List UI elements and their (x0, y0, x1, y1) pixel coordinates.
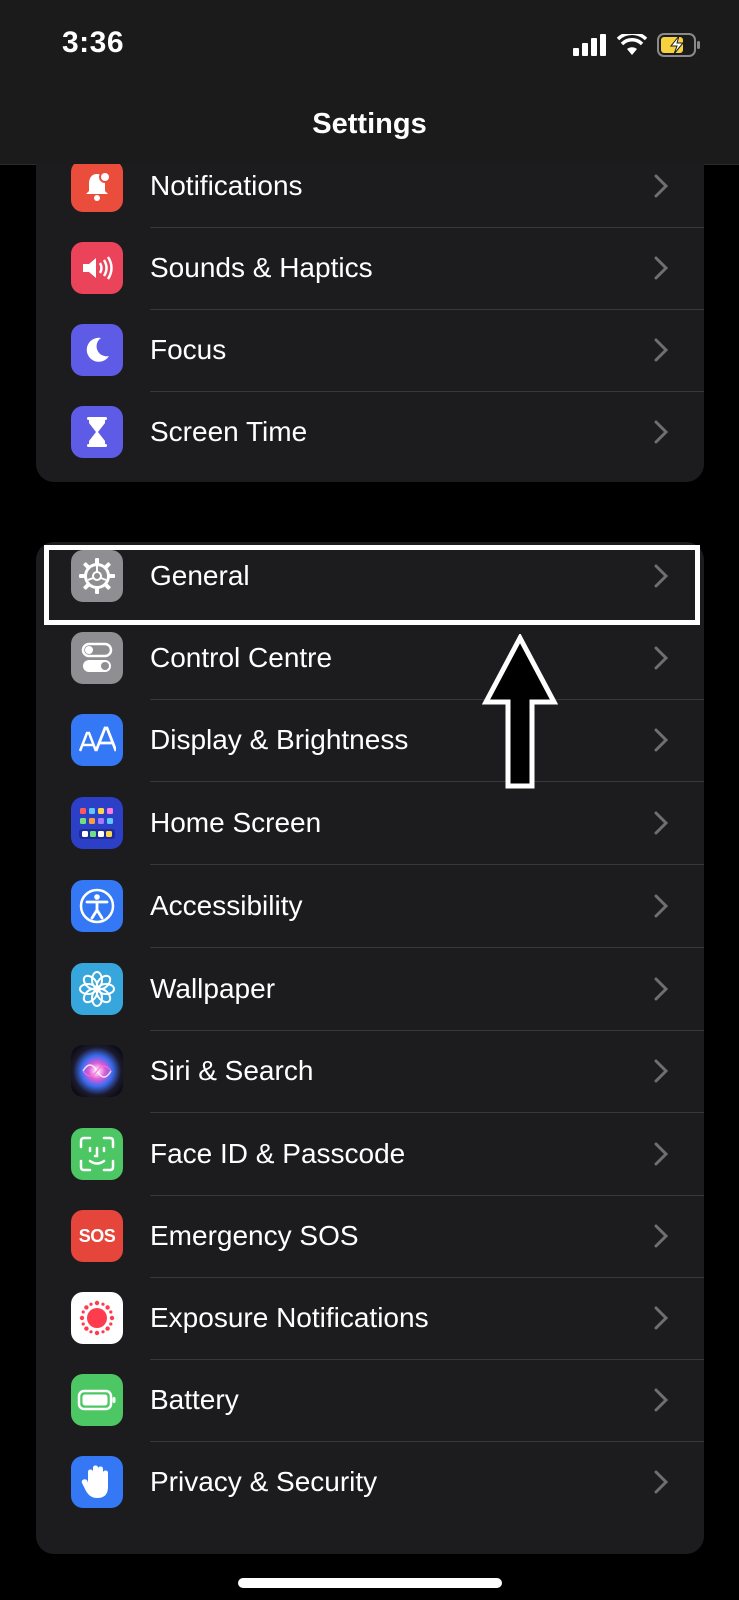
settings-row-screen-time[interactable]: Screen Time (36, 390, 704, 474)
settings-row-label: Face ID & Passcode (150, 1138, 406, 1169)
wifi-icon (617, 34, 647, 55)
chevron-right-icon (654, 338, 668, 362)
sos-badge-text: SOS (78, 1225, 116, 1246)
highlight-box (44, 545, 700, 625)
siri-icon (71, 1045, 123, 1097)
settings-row-label: Control Centre (150, 642, 333, 673)
settings-row-label: Wallpaper (150, 973, 276, 1004)
chevron-right-icon (654, 728, 668, 752)
settings-row-wallpaper[interactable]: Wallpaper (36, 947, 704, 1031)
battery-charging-icon (657, 33, 700, 57)
chevron-right-icon (654, 420, 668, 444)
chevron-right-icon (654, 1224, 668, 1248)
battery-icon (71, 1374, 123, 1426)
status-icons (573, 32, 701, 58)
moon-icon (71, 324, 123, 376)
settings-row-siri-search[interactable]: Siri & Search (36, 1029, 704, 1113)
sos-icon: SOS (71, 1210, 123, 1262)
face-id-icon (71, 1128, 123, 1180)
flower-icon (71, 963, 123, 1015)
home-grid-icon (71, 797, 123, 849)
settings-row-label: Accessibility (150, 890, 303, 921)
settings-row-label: Display & Brightness (150, 724, 409, 755)
settings-row-exposure-notifications[interactable]: Exposure Notifications (36, 1276, 704, 1360)
toggles-icon (71, 632, 123, 684)
bell-icon (71, 164, 123, 212)
chevron-right-icon (654, 894, 668, 918)
chevron-right-icon (654, 811, 668, 835)
settings-row-home-screen[interactable]: Home Screen (36, 781, 704, 865)
chevron-right-icon (654, 1470, 668, 1494)
chevron-right-icon (654, 174, 668, 198)
settings-row-label: Privacy & Security (150, 1466, 378, 1497)
chevron-right-icon (654, 646, 668, 670)
settings-row-accessibility[interactable]: Accessibility (36, 864, 704, 948)
settings-row-display-brightness[interactable]: Display & Brightness (36, 698, 704, 782)
settings-row-face-id-passcode[interactable]: Face ID & Passcode (36, 1112, 704, 1196)
chevron-right-icon (654, 1059, 668, 1083)
settings-row-label: Exposure Notifications (150, 1302, 429, 1333)
home-indicator[interactable] (238, 1578, 502, 1588)
chevron-right-icon (654, 256, 668, 280)
chevron-right-icon (654, 1306, 668, 1330)
arrow-up-icon (481, 634, 559, 789)
settings-row-label: Screen Time (150, 416, 308, 447)
status-bar: 3:36 (0, 0, 739, 92)
settings-row-privacy-security[interactable]: Privacy & Security (36, 1440, 704, 1524)
cellular-signal-icon (573, 34, 606, 56)
accessibility-icon (71, 880, 123, 932)
page-title: Settings (312, 108, 427, 140)
speaker-icon (71, 242, 123, 294)
settings-group-2: General Control Centre Display & Brightn… (36, 542, 704, 1554)
chevron-right-icon (654, 977, 668, 1001)
settings-row-focus[interactable]: Focus (36, 308, 704, 392)
settings-row-label: Emergency SOS (150, 1220, 359, 1251)
text-size-icon (71, 714, 123, 766)
settings-group-1: Notifications Sounds & Haptics Focus Scr… (36, 164, 704, 482)
settings-row-label: Notifications (150, 170, 303, 201)
hand-icon (71, 1456, 123, 1508)
settings-row-battery[interactable]: Battery (36, 1358, 704, 1442)
settings-row-label: Home Screen (150, 807, 322, 838)
settings-row-label: Sounds & Haptics (150, 252, 373, 283)
hourglass-icon (71, 406, 123, 458)
chevron-right-icon (654, 1142, 668, 1166)
settings-row-label: Focus (150, 334, 227, 365)
settings-row-sounds-haptics[interactable]: Sounds & Haptics (36, 226, 704, 310)
settings-row-control-centre[interactable]: Control Centre (36, 616, 704, 700)
settings-row-notifications[interactable]: Notifications (36, 164, 704, 228)
status-time: 3:36 (62, 26, 125, 59)
settings-row-label: Siri & Search (150, 1055, 314, 1086)
chevron-right-icon (654, 1388, 668, 1412)
exposure-icon (71, 1292, 123, 1344)
settings-row-emergency-sos[interactable]: SOS Emergency SOS (36, 1194, 704, 1278)
settings-row-label: Battery (150, 1384, 239, 1415)
